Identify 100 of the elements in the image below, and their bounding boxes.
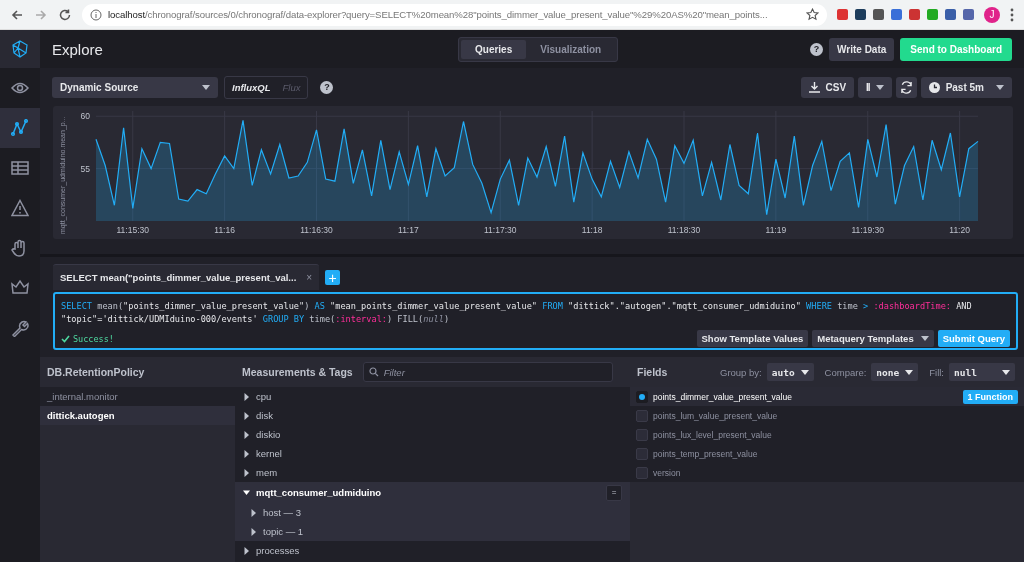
csv-button[interactable]: CSV bbox=[800, 76, 855, 98]
field-checkbox[interactable] bbox=[636, 409, 648, 422]
caret-icon bbox=[243, 430, 250, 439]
graph-icon[interactable] bbox=[11, 119, 29, 137]
column-title: Measurements & Tags bbox=[242, 366, 353, 378]
tick-label: 11:16 bbox=[214, 225, 235, 235]
view-tab[interactable]: Visualization bbox=[526, 39, 616, 59]
query-tab-label[interactable]: SELECT mean("points_dimmer_value_present_val... bbox=[60, 272, 297, 283]
profile-avatar[interactable]: J bbox=[984, 6, 1000, 23]
measurement-item[interactable]: disk bbox=[243, 410, 273, 421]
column-title: Fields bbox=[637, 366, 668, 378]
refresh-icon bbox=[899, 80, 913, 94]
refresh-button[interactable] bbox=[895, 76, 917, 98]
tag-item[interactable]: topic — 1 bbox=[250, 526, 304, 537]
crown-icon[interactable] bbox=[11, 279, 29, 297]
tick-label: 11:19:30 bbox=[851, 225, 884, 235]
query-tab[interactable]: SELECT mean("points_dimmer_value_present_val... × bbox=[53, 264, 320, 290]
caret-icon bbox=[243, 488, 250, 497]
wrench-icon[interactable] bbox=[11, 319, 29, 337]
reload-icon[interactable] bbox=[58, 7, 72, 22]
tick-label: 11:18:30 bbox=[667, 225, 701, 235]
caret-icon bbox=[920, 336, 929, 341]
caret-icon bbox=[243, 449, 250, 458]
caret-icon bbox=[243, 411, 250, 420]
field-name[interactable]: version bbox=[653, 467, 681, 478]
close-icon[interactable]: × bbox=[306, 272, 313, 283]
time-range-dropdown[interactable]: Past 5m bbox=[920, 76, 1012, 98]
download-icon bbox=[808, 81, 820, 93]
alert-icon[interactable] bbox=[11, 199, 29, 217]
field-checkbox[interactable] bbox=[636, 390, 648, 403]
group-by-label: Group by: bbox=[720, 366, 762, 378]
nav-item[interactable] bbox=[0, 108, 40, 148]
field-name[interactable]: points_lux_level_present_value bbox=[653, 429, 772, 440]
field-name[interactable]: points_lum_value_present_value bbox=[653, 410, 778, 421]
measurement-item[interactable]: cpu bbox=[243, 391, 272, 402]
field-name[interactable]: points_temp_present_value bbox=[653, 448, 758, 459]
tag-item[interactable]: host — 3 bbox=[250, 507, 302, 518]
field-name[interactable]: points_dimmer_value_present_value bbox=[653, 391, 792, 402]
column-title: DB.RetentionPolicy bbox=[47, 366, 145, 378]
fill-dropdown[interactable]: null bbox=[949, 363, 1015, 381]
view-tab[interactable]: Queries bbox=[461, 39, 527, 59]
extension-icon[interactable] bbox=[891, 9, 902, 20]
measurement-item[interactable]: diskio bbox=[243, 429, 281, 440]
tick-label: 11:16:30 bbox=[300, 225, 333, 235]
fill-label: Fill: bbox=[929, 366, 944, 378]
help-icon[interactable]: ? bbox=[810, 42, 824, 56]
address-bar[interactable]: localhost/chronograf/sources/0/chronograf/data-explorer?query=SELECT%20mean%28"points_dimmer_value_present_value"%29%20AS%20"mean_points... bbox=[82, 3, 827, 26]
measurement-item[interactable]: mem bbox=[243, 467, 278, 478]
extension-icon[interactable] bbox=[873, 9, 884, 20]
caret-icon bbox=[243, 468, 250, 477]
extension-icon[interactable] bbox=[963, 9, 974, 20]
code-line: "topic"='dittick/UDMIduino-000/events' GROUP BY time(:interval:) FILL(null) bbox=[61, 312, 451, 325]
pause-dropdown[interactable]: II bbox=[858, 76, 892, 98]
group-by-tag-button[interactable]: = bbox=[606, 484, 622, 501]
clock-icon bbox=[928, 81, 940, 93]
field-checkbox[interactable] bbox=[636, 428, 648, 441]
tick-label: 11:17:30 bbox=[484, 225, 517, 235]
measurement-item[interactable]: kernel bbox=[243, 448, 282, 459]
back-icon[interactable] bbox=[10, 7, 24, 22]
database-item[interactable]: _internal.monitor bbox=[40, 387, 235, 406]
extension-icon[interactable] bbox=[945, 9, 956, 20]
metaquery-templates-dropdown[interactable]: Metaquery Templates bbox=[812, 330, 934, 347]
caret-icon bbox=[243, 392, 250, 401]
measurement-item[interactable]: mqtt_consumer_udmiduino bbox=[243, 487, 382, 498]
tick-label: 11:18 bbox=[581, 225, 603, 235]
caret-icon bbox=[905, 369, 914, 375]
extension-icon[interactable] bbox=[909, 9, 920, 20]
write-data-button[interactable]: Write Data bbox=[829, 37, 895, 61]
caret-icon bbox=[202, 84, 210, 90]
filter-field[interactable]: Filter bbox=[362, 362, 613, 382]
database-item[interactable]: dittick.autogen bbox=[40, 406, 235, 425]
tick-label: 60 bbox=[80, 111, 90, 122]
status-message: Success! bbox=[61, 333, 114, 344]
compare-dropdown[interactable]: none bbox=[871, 363, 919, 381]
tick-label: 11:17 bbox=[398, 225, 419, 235]
tick-label: 11:15:30 bbox=[116, 225, 149, 235]
code-line: SELECT mean("points_dimmer_value_present_value") AS "mean_points_dimmer_value_present_value" FROM "dittick"."autogen"."mqtt_consumer_udmiduino" WHERE time > :dashboardTime: AND bbox=[61, 300, 973, 313]
template-values-button[interactable]: Show Template Values bbox=[696, 330, 809, 347]
caret-icon bbox=[250, 527, 257, 536]
logo-icon[interactable] bbox=[10, 39, 30, 59]
caret-icon bbox=[800, 369, 809, 375]
source-dropdown[interactable]: Dynamic Source bbox=[52, 76, 218, 98]
check-icon bbox=[61, 334, 70, 343]
extension-icon[interactable] bbox=[855, 9, 866, 20]
info-icon[interactable] bbox=[90, 8, 102, 21]
tick-label: 11:19 bbox=[765, 225, 787, 235]
table-icon[interactable] bbox=[11, 159, 29, 177]
field-checkbox[interactable] bbox=[636, 466, 648, 479]
group-by-dropdown[interactable]: auto bbox=[766, 363, 814, 381]
caret-icon bbox=[996, 84, 1004, 90]
caret-icon bbox=[243, 546, 250, 555]
field-checkbox[interactable] bbox=[636, 447, 648, 460]
extension-icon[interactable] bbox=[837, 9, 848, 20]
page-title: Explore bbox=[52, 40, 103, 58]
caret-icon bbox=[250, 508, 257, 517]
help-icon[interactable]: ? bbox=[320, 80, 334, 94]
query-editor[interactable] bbox=[53, 292, 1018, 350]
caret-icon bbox=[875, 84, 884, 90]
measurement-item[interactable]: processes bbox=[243, 545, 300, 556]
menu-icon[interactable] bbox=[1010, 7, 1014, 22]
